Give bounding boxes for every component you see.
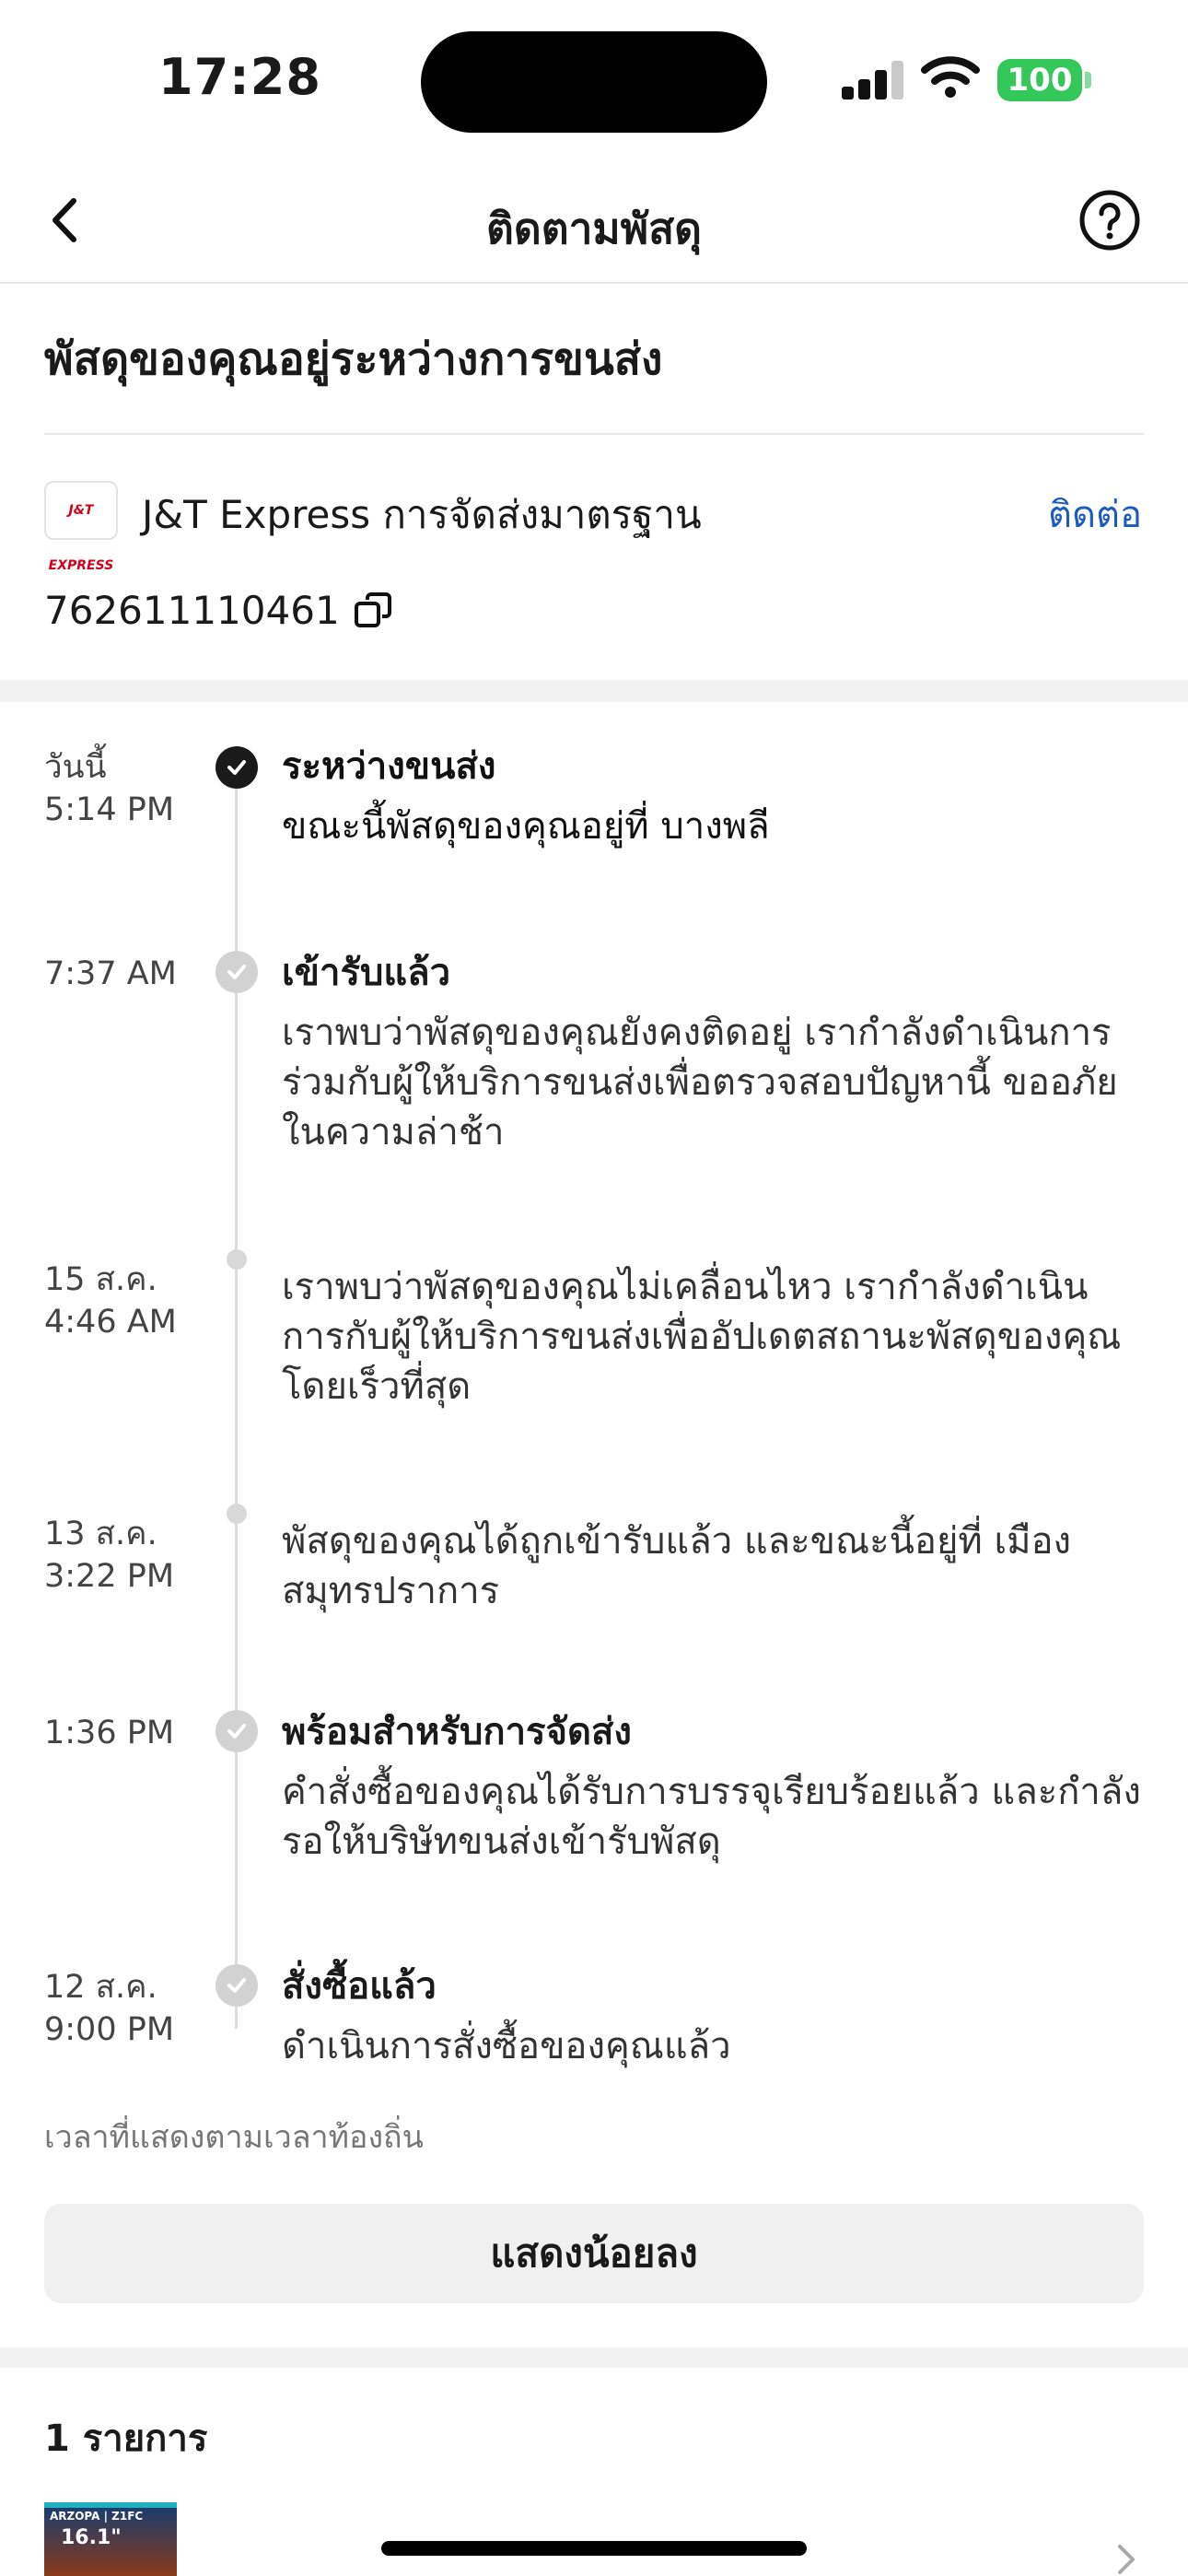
event-date: 15 ส.ค. — [44, 1261, 157, 1298]
event-date: 12 ส.ค. — [44, 1969, 157, 2006]
dynamic-island — [421, 31, 767, 133]
check-icon — [215, 746, 258, 789]
event-datetime: 15 ส.ค. 4:46 AM — [44, 1259, 177, 1343]
event-title: เข้ารับแล้ว — [282, 952, 451, 994]
battery-indicator: 100 — [997, 59, 1082, 101]
question-circle-icon[interactable] — [1077, 188, 1142, 252]
event-datetime: วันนี้ 5:14 PM — [44, 746, 174, 831]
event-description: พัสดุของคุณได้ถูกเข้ารับแล้ว และขณะนี้อย… — [282, 1520, 1072, 1612]
section-separator — [0, 680, 1188, 702]
status-time: 17:28 — [158, 48, 321, 106]
contact-link[interactable]: ติดต่อ — [1048, 485, 1142, 544]
timeline-dot — [227, 1504, 247, 1524]
event-description: เราพบว่าพัสดุของคุณไม่เคลื่อนไหว เรากำลั… — [282, 1266, 1122, 1408]
event-title: พร้อมสำหรับการจัดส่ง — [282, 1711, 632, 1753]
event-title: ระหว่างขนส่ง — [282, 745, 496, 788]
copy-icon[interactable] — [353, 591, 393, 631]
shipment-status-heading: พัสดุของคุณอยู่ระหว่างการขนส่ง — [44, 334, 663, 385]
wifi-icon — [921, 56, 980, 98]
timeline-dot — [227, 1249, 247, 1270]
thumbnail-brand: ARZOPA | Z1FC — [50, 2510, 144, 2523]
event-time: 4:46 AM — [44, 1304, 177, 1341]
battery-tip — [1085, 72, 1091, 88]
event-date: วันนี้ — [44, 749, 107, 786]
tracking-number: 762611110461 — [44, 588, 340, 633]
event-datetime: 1:36 PM — [44, 1712, 174, 1754]
check-icon — [215, 951, 258, 993]
status-bar: 17:28 100 — [0, 0, 1188, 157]
courier-logo: J&T EXPRESS — [44, 481, 118, 573]
divider — [44, 433, 1144, 435]
event-description: คำสั่งซื้อของคุณได้รับการบรรจุเรียบร้อยแ… — [282, 1771, 1141, 1863]
event-time: 9:00 PM — [44, 2011, 175, 2048]
show-less-button[interactable]: แสดงน้อยลง — [44, 2204, 1144, 2303]
check-icon — [215, 1710, 258, 1752]
nav-bar: ติดตามพัสดุ — [0, 157, 1188, 284]
items-count: 1 รายการ — [44, 2418, 208, 2460]
courier-name: J&T Express การจัดส่งมาตรฐาน — [142, 492, 702, 537]
event-title: สั่งซื้อแล้ว — [282, 1965, 437, 2008]
event-datetime: 12 ส.ค. 9:00 PM — [44, 1966, 174, 2051]
section-separator — [0, 2348, 1188, 2368]
event-description: เราพบว่าพัสดุของคุณยังคงติดอยู่ เรากำลัง… — [282, 1012, 1118, 1153]
check-icon — [215, 1964, 258, 2007]
event-time: 1:36 PM — [44, 1715, 175, 1751]
chevron-right-icon[interactable] — [1112, 2543, 1140, 2576]
product-thumbnail[interactable]: ARZOPA | Z1FC 16.1" — [44, 2502, 177, 2576]
tracking-timeline: วันนี้ 5:14 PM ระหว่างขนส่ง ขณะนี้พัสดุข… — [0, 702, 1188, 2342]
tracking-number-row: 762611110461 — [44, 588, 393, 633]
page-title: ติดตามพัสดุ — [485, 204, 703, 253]
timezone-note: เวลาที่แสดงตามเวลาท้องถิ่น — [44, 2119, 424, 2156]
event-datetime: 7:37 AM — [44, 953, 177, 995]
event-date: 13 ส.ค. — [44, 1516, 157, 1552]
event-description: ดำเนินการสั่งซื้อของคุณแล้ว — [282, 2025, 731, 2067]
event-time: 5:14 PM — [44, 791, 175, 828]
event-time: 7:37 AM — [44, 955, 177, 992]
cellular-signal-icon — [842, 59, 904, 100]
event-description: ขณะนี้พัสดุของคุณอยู่ที่ บางพลี — [282, 805, 770, 848]
event-time: 3:22 PM — [44, 1558, 175, 1595]
home-indicator[interactable] — [381, 2541, 807, 2556]
event-datetime: 13 ส.ค. 3:22 PM — [44, 1513, 174, 1598]
thumbnail-size: 16.1" — [61, 2526, 122, 2549]
